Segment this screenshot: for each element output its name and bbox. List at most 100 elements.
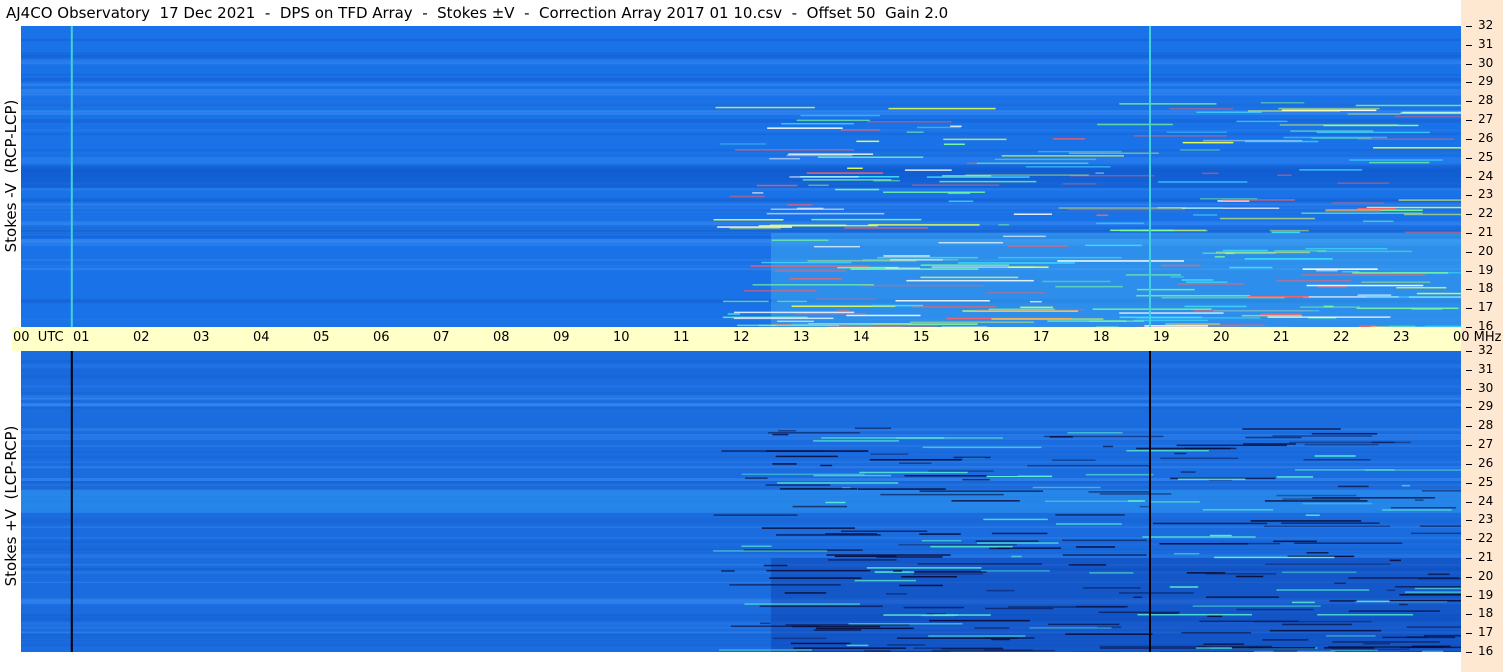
emission-streak: [1276, 476, 1314, 478]
emission-streak: [867, 121, 952, 123]
emission-streak: [1159, 543, 1249, 545]
emission-streak: [713, 550, 828, 552]
emission-streak: [1283, 136, 1388, 139]
emission-streak: [1349, 159, 1443, 161]
emission-streak: [1127, 500, 1146, 502]
emission-streak: [1119, 312, 1224, 314]
noise-band: [21, 385, 1461, 388]
top-spectrogram-plot: [21, 26, 1461, 327]
emission-streak: [1057, 260, 1185, 262]
noise-band: [21, 88, 1461, 93]
emission-streak: [920, 264, 1010, 266]
emission-streak: [928, 635, 1026, 637]
time-label: 05: [313, 330, 330, 345]
emission-streak: [1411, 645, 1451, 648]
emission-streak: [743, 290, 817, 292]
frequency-tick: [1466, 388, 1472, 390]
time-marker: [1149, 26, 1151, 327]
emission-streak: [741, 545, 772, 547]
emission-streak: [922, 446, 1042, 449]
frequency-tick-label: 22: [1478, 206, 1494, 221]
emission-streak: [1299, 306, 1361, 308]
emission-streak: [1099, 493, 1172, 495]
emission-streak: [1331, 202, 1384, 204]
emission-streak: [791, 323, 873, 326]
emission-streak: [789, 176, 859, 178]
emission-streak: [1137, 613, 1252, 616]
frequency-tick-label: 25: [1478, 474, 1494, 489]
frequency-tick: [1466, 407, 1472, 409]
emission-streak: [744, 603, 861, 605]
emission-streak: [1151, 501, 1200, 503]
emission-streak: [1361, 281, 1431, 283]
emission-streak: [1098, 611, 1180, 614]
frequency-tick-label: 28: [1478, 418, 1494, 433]
emission-streak: [1282, 498, 1361, 500]
frequency-tick-label: 25: [1478, 149, 1494, 164]
emission-streak: [761, 527, 855, 529]
emission-streak: [1348, 577, 1460, 579]
emission-streak: [752, 192, 764, 194]
frequency-tick-label: 16: [1478, 319, 1494, 333]
emission-streak: [1139, 505, 1150, 508]
emission-streak: [1203, 643, 1245, 645]
frequency-tick: [1466, 539, 1472, 541]
emission-streak: [1269, 629, 1382, 632]
noise-band: [21, 38, 1461, 42]
emission-streak: [908, 323, 978, 325]
emission-streak: [984, 637, 1035, 639]
time-label: 07: [433, 330, 450, 345]
emission-streak: [1202, 139, 1303, 142]
emission-streak: [769, 577, 862, 579]
emission-streak: [1075, 546, 1115, 548]
emission-streak: [840, 129, 881, 131]
emission-streak: [1205, 596, 1279, 598]
emission-streak: [1213, 309, 1320, 312]
emission-streak: [1165, 323, 1221, 325]
emission-streak: [1277, 174, 1292, 176]
emission-streak: [950, 125, 962, 128]
emission-streak: [1414, 587, 1461, 590]
emission-streak: [769, 157, 801, 160]
emission-streak: [1366, 296, 1461, 298]
emission-streak: [836, 309, 850, 311]
emission-streak: [1267, 316, 1391, 318]
emission-streak: [1160, 264, 1201, 267]
emission-streak: [1373, 147, 1461, 149]
emission-streak: [793, 647, 906, 649]
emission-streak: [857, 488, 946, 490]
emission-streak: [1062, 554, 1147, 556]
noise-band: [21, 203, 1461, 206]
emission-streak: [1032, 486, 1101, 489]
emission-streak: [1317, 286, 1347, 288]
emission-streak: [1102, 445, 1114, 448]
emission-streak: [745, 477, 768, 479]
emission-streak: [825, 501, 846, 504]
emission-streak: [885, 593, 907, 595]
emission-streak: [774, 270, 846, 272]
frequency-tick: [1466, 595, 1472, 597]
emission-streak: [734, 311, 855, 314]
noise-band: [21, 73, 1461, 76]
emission-streak: [1348, 610, 1440, 612]
emission-streak: [1161, 296, 1285, 299]
frequency-tick: [1466, 101, 1472, 103]
time-label: 02: [133, 330, 150, 345]
frequency-tick: [1466, 120, 1472, 122]
emission-streak: [777, 482, 899, 484]
noise-band: [21, 93, 1461, 96]
emission-streak: [939, 180, 1037, 183]
emission-streak: [1096, 214, 1109, 217]
emission-streak: [1357, 294, 1392, 296]
noise-band: [21, 151, 1461, 156]
emission-streak: [1394, 115, 1461, 118]
emission-streak: [1244, 258, 1333, 260]
frequency-tick: [1466, 251, 1472, 253]
emission-streak: [1099, 645, 1207, 648]
emission-streak: [1243, 443, 1296, 445]
emission-streak: [1398, 199, 1461, 201]
noise-band: [21, 546, 1461, 550]
emission-streak: [854, 579, 917, 582]
frequency-tick-label: 29: [1478, 399, 1494, 414]
emission-streak: [1330, 649, 1378, 652]
